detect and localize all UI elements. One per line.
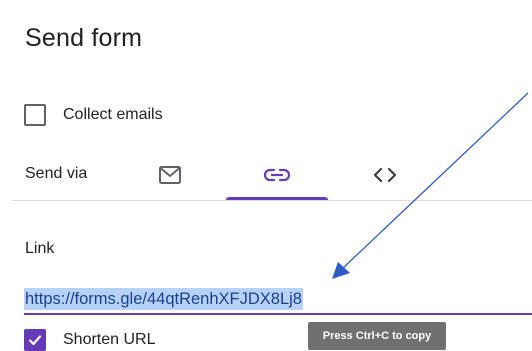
- shorten-url-option[interactable]: Shorten URL: [24, 327, 156, 351]
- tab-embed[interactable]: [355, 150, 415, 200]
- send-form-dialog: Send form Collect emails Send via Link h…: [0, 0, 532, 351]
- collect-emails-label[interactable]: Collect emails: [63, 106, 163, 124]
- checkmark-icon: [28, 335, 42, 346]
- link-field-underline: [24, 313, 532, 315]
- copy-tooltip: Press Ctrl+C to copy: [308, 322, 446, 350]
- link-label: Link: [25, 240, 55, 257]
- tab-link[interactable]: [226, 150, 328, 200]
- send-via-label: Send via: [25, 165, 88, 182]
- collect-emails-checkbox[interactable]: [24, 104, 46, 126]
- shorten-url-label[interactable]: Shorten URL: [63, 331, 156, 349]
- link-url-field[interactable]: https://forms.gle/44qtRenhXFJDX8Lj8: [24, 288, 532, 315]
- dialog-title: Send form: [25, 24, 143, 52]
- link-url-text[interactable]: https://forms.gle/44qtRenhXFJDX8Lj8: [24, 288, 303, 310]
- shorten-url-checkbox[interactable]: [24, 329, 46, 351]
- envelope-icon: [159, 166, 181, 184]
- tab-email[interactable]: [140, 150, 200, 200]
- link-icon: [263, 168, 291, 182]
- tabs-divider: [12, 200, 532, 201]
- collect-emails-option[interactable]: Collect emails: [24, 102, 163, 128]
- code-brackets-icon: [373, 167, 397, 183]
